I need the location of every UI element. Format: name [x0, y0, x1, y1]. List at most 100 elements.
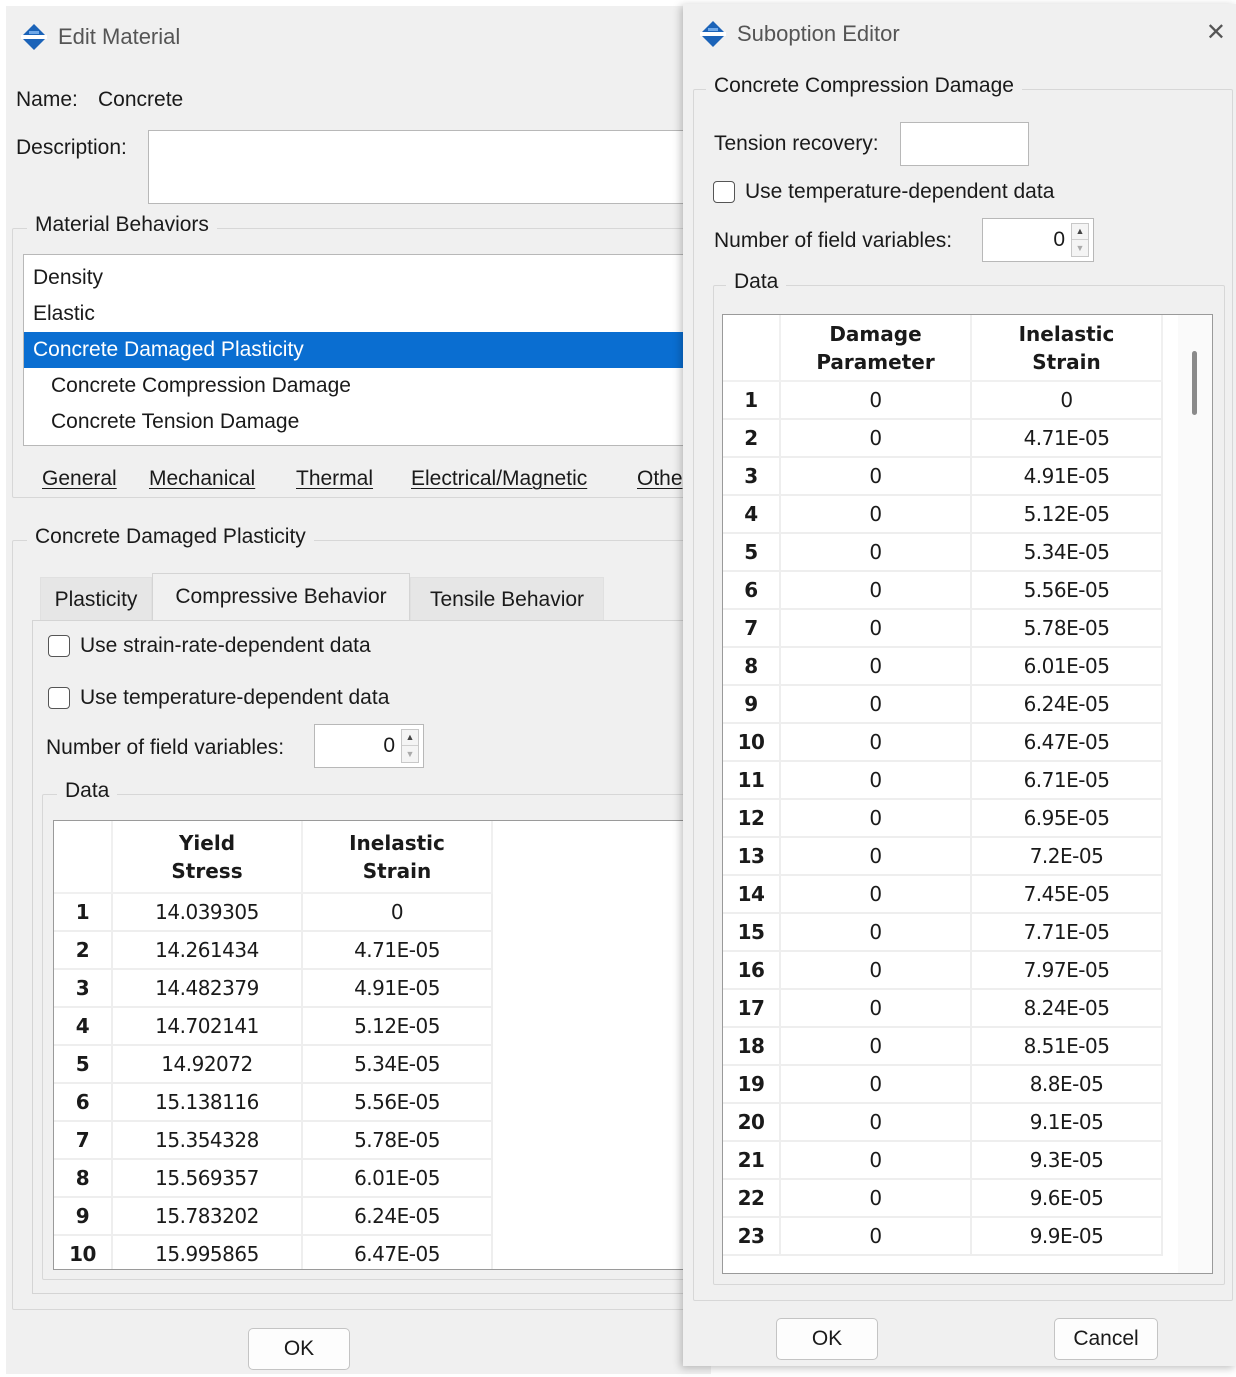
temperature-checkbox[interactable]: Use temperature-dependent data: [713, 180, 1054, 204]
table-row[interactable]: 2 0 4.71E-05: [723, 419, 1163, 458]
cell-col1[interactable]: 0: [780, 799, 972, 838]
table-row[interactable]: 4 0 5.12E-05: [723, 495, 1163, 534]
table-row[interactable]: 12 0 6.95E-05: [723, 799, 1163, 838]
cell-col1[interactable]: 0: [780, 837, 972, 876]
column-header-inelastic-strain[interactable]: Inelastic Strain: [971, 315, 1163, 382]
spinner-buttons[interactable]: ▲ ▼: [401, 729, 419, 763]
cell-col2[interactable]: 8.8E-05: [971, 1065, 1163, 1104]
table-row[interactable]: 21 0 9.3E-05: [723, 1141, 1163, 1180]
table-row[interactable]: 8 0 6.01E-05: [723, 647, 1163, 686]
column-header-damage-parameter[interactable]: Damage Parameter: [780, 315, 972, 382]
table-row[interactable]: 20 0 9.1E-05: [723, 1103, 1163, 1142]
cell-col2[interactable]: 5.56E-05: [971, 571, 1163, 610]
cell-col2[interactable]: 6.95E-05: [971, 799, 1163, 838]
table-row[interactable]: 2 14.261434 4.71E-05: [54, 931, 493, 970]
table-row[interactable]: 3 0 4.91E-05: [723, 457, 1163, 496]
cell-col1[interactable]: 0: [780, 1217, 972, 1256]
cell-col1[interactable]: 0: [780, 609, 972, 648]
checkbox-box[interactable]: [713, 181, 735, 203]
cell-col2[interactable]: 6.24E-05: [971, 685, 1163, 724]
cell-col1[interactable]: 0: [780, 761, 972, 800]
cell-col2[interactable]: 8.24E-05: [971, 989, 1163, 1028]
cell-col1[interactable]: 0: [780, 381, 972, 420]
cell-col2[interactable]: 9.6E-05: [971, 1179, 1163, 1218]
list-item-tension-damage[interactable]: Concrete Tension Damage: [24, 404, 710, 440]
spinner-up-icon[interactable]: ▲: [402, 730, 418, 746]
table-row[interactable]: 1 14.039305 0: [54, 893, 493, 932]
checkbox-box[interactable]: [48, 687, 70, 709]
spinner-up-icon[interactable]: ▲: [1072, 224, 1088, 240]
table-row[interactable]: 8 15.569357 6.01E-05: [54, 1159, 493, 1198]
menu-mechanical[interactable]: Mechanical: [149, 467, 255, 491]
menu-general[interactable]: General: [42, 467, 117, 491]
table-row[interactable]: 9 15.783202 6.24E-05: [54, 1197, 493, 1236]
cell-col1[interactable]: 0: [780, 1027, 972, 1066]
field-variables-spinner[interactable]: 0 ▲ ▼: [314, 724, 424, 768]
cell-col1[interactable]: 0: [780, 1141, 972, 1180]
close-icon[interactable]: ✕: [1206, 18, 1226, 47]
table-row[interactable]: 10 0 6.47E-05: [723, 723, 1163, 762]
cell-col2[interactable]: 6.47E-05: [971, 723, 1163, 762]
spinner-buttons[interactable]: ▲ ▼: [1071, 223, 1089, 257]
cell-col1[interactable]: 14.039305: [112, 893, 303, 932]
field-variables-spinner[interactable]: 0 ▲ ▼: [982, 218, 1094, 262]
table-row[interactable]: 17 0 8.24E-05: [723, 989, 1163, 1028]
cell-col2[interactable]: 5.78E-05: [971, 609, 1163, 648]
cell-col2[interactable]: 8.51E-05: [971, 1027, 1163, 1066]
tab-tensile-behavior[interactable]: Tensile Behavior: [410, 577, 604, 621]
menu-other[interactable]: Othe: [637, 467, 683, 491]
cell-col2[interactable]: 5.78E-05: [302, 1121, 493, 1160]
tab-compressive-behavior[interactable]: Compressive Behavior: [152, 573, 410, 621]
yield-stress-table[interactable]: Yield Stress Inelastic Strain 1 14.039305…: [53, 820, 712, 1270]
list-item-density[interactable]: Density: [24, 260, 710, 296]
list-item-elastic[interactable]: Elastic: [24, 296, 710, 332]
table-row[interactable]: 22 0 9.6E-05: [723, 1179, 1163, 1218]
cell-col1[interactable]: 0: [780, 951, 972, 990]
cell-col1[interactable]: 14.482379: [112, 969, 303, 1008]
cell-col1[interactable]: 14.261434: [112, 931, 303, 970]
cell-col1[interactable]: 0: [780, 685, 972, 724]
cell-col2[interactable]: 5.34E-05: [971, 533, 1163, 572]
table-row[interactable]: 5 0 5.34E-05: [723, 533, 1163, 572]
tab-plasticity[interactable]: Plasticity: [40, 577, 152, 621]
ok-button[interactable]: OK: [248, 1328, 350, 1370]
cell-col1[interactable]: 0: [780, 875, 972, 914]
table-row[interactable]: 11 0 6.71E-05: [723, 761, 1163, 800]
checkbox-box[interactable]: [48, 635, 70, 657]
cell-col2[interactable]: 5.12E-05: [302, 1007, 493, 1046]
table-row[interactable]: 23 0 9.9E-05: [723, 1217, 1163, 1256]
list-item-concrete-damaged-plasticity[interactable]: Concrete Damaged Plasticity: [24, 332, 710, 368]
table-row[interactable]: 5 14.92072 5.34E-05: [54, 1045, 493, 1084]
table-row[interactable]: 7 15.354328 5.78E-05: [54, 1121, 493, 1160]
menu-thermal[interactable]: Thermal: [296, 467, 373, 491]
damage-table[interactable]: Damage Parameter Inelastic Strain 100204…: [722, 314, 1213, 1274]
cell-col1[interactable]: 0: [780, 989, 972, 1028]
column-header-yield-stress[interactable]: Yield Stress: [112, 821, 303, 894]
table-row[interactable]: 6 15.138116 5.56E-05: [54, 1083, 493, 1122]
cell-col1[interactable]: 15.995865: [112, 1235, 303, 1269]
cell-col1[interactable]: 0: [780, 457, 972, 496]
table-row[interactable]: 19 0 8.8E-05: [723, 1065, 1163, 1104]
cell-col1[interactable]: 0: [780, 723, 972, 762]
cell-col2[interactable]: 7.45E-05: [971, 875, 1163, 914]
cell-col1[interactable]: 0: [780, 1065, 972, 1104]
cell-col1[interactable]: 0: [780, 533, 972, 572]
cell-col2[interactable]: 5.56E-05: [302, 1083, 493, 1122]
cell-col1[interactable]: 0: [780, 1179, 972, 1218]
table-row[interactable]: 16 0 7.97E-05: [723, 951, 1163, 990]
cell-col2[interactable]: 4.71E-05: [971, 419, 1163, 458]
cell-col1[interactable]: 15.138116: [112, 1083, 303, 1122]
menu-electrical-magnetic[interactable]: Electrical/Magnetic: [411, 467, 587, 491]
cell-col2[interactable]: 5.12E-05: [971, 495, 1163, 534]
cell-col2[interactable]: 4.91E-05: [971, 457, 1163, 496]
cell-col2[interactable]: 6.47E-05: [302, 1235, 493, 1269]
vertical-scrollbar[interactable]: [1178, 315, 1212, 1273]
cell-col2[interactable]: 0: [302, 893, 493, 932]
cancel-button[interactable]: Cancel: [1054, 1318, 1158, 1360]
cell-col2[interactable]: 9.3E-05: [971, 1141, 1163, 1180]
cell-col1[interactable]: 0: [780, 419, 972, 458]
cell-col2[interactable]: 6.71E-05: [971, 761, 1163, 800]
table-row[interactable]: 100: [723, 381, 1163, 420]
table-row[interactable]: 14 0 7.45E-05: [723, 875, 1163, 914]
table-row[interactable]: 10 15.995865 6.47E-05: [54, 1235, 493, 1269]
